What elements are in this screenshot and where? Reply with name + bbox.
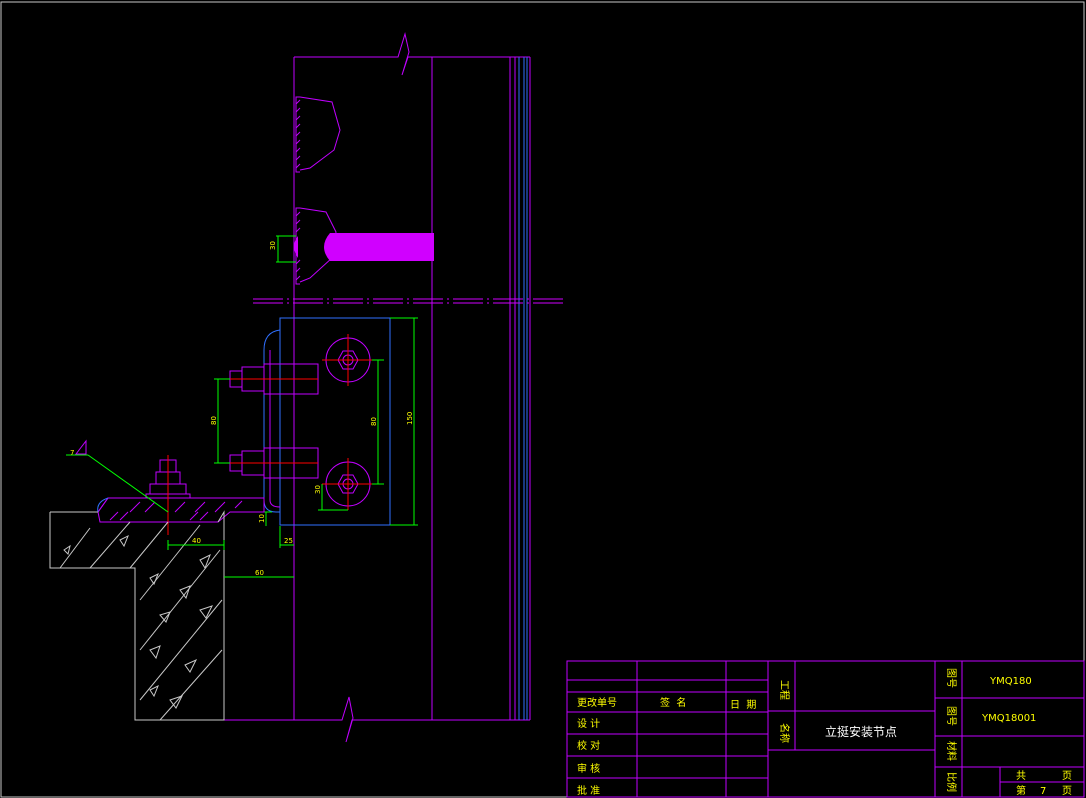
dim-30-top-label: 30 [269, 241, 277, 250]
dim-30-top [276, 235, 296, 263]
dim-40-label: 40 [192, 537, 201, 545]
dim-60-label: 60 [255, 569, 264, 577]
drawing-frame [0, 1, 1085, 798]
anchor-bar [330, 233, 434, 261]
dim-10-label: 10 [258, 514, 266, 523]
gasket-top [295, 96, 341, 173]
label-approve: 批 准 [577, 784, 600, 797]
label-catalog: 图号 [945, 668, 957, 688]
glass-lines [518, 57, 528, 720]
anchor-head [324, 233, 330, 261]
cad-drawing: 30 80 80 150 30 10 25 7 40 60 更改单号 签 名 日… [0, 1, 1085, 798]
side-bolt-bottom [229, 447, 319, 479]
label-sheet: 第 [1016, 784, 1026, 797]
label-date: 日 期 [730, 699, 756, 711]
drawing-title: 立挺安装节点 [825, 724, 897, 739]
label-total-unit: 页 [1062, 770, 1072, 782]
dim-80-inner-label: 80 [370, 417, 378, 426]
base-plate [97, 497, 265, 523]
label-project: 工程 [778, 680, 790, 700]
dim-150-label: 150 [406, 412, 414, 425]
dim-30-low-label: 30 [314, 485, 322, 494]
dim-25-label: 25 [284, 537, 293, 545]
label-review: 审 核 [577, 762, 600, 775]
label-total: 共 [1016, 770, 1026, 782]
dim-30-low [318, 484, 348, 511]
sheet-no: 7 [1040, 786, 1046, 797]
anchor-bolt [145, 455, 191, 535]
label-material: 材料 [945, 741, 958, 761]
label-sheet-unit: 页 [1062, 785, 1072, 797]
catalog-value: YMQ180 [989, 676, 1032, 687]
label-change-no: 更改单号 [577, 696, 617, 709]
label-drawing-no: 图号 [945, 706, 957, 726]
label-scale: 比例 [945, 772, 958, 792]
center-line-horizontal [253, 298, 565, 304]
label-design: 设 计 [577, 717, 600, 730]
drawing-no-value: YMQ18001 [981, 713, 1036, 724]
label-check: 校 对 [577, 739, 600, 752]
bolt-bottom [322, 458, 374, 510]
weld-flag [74, 439, 87, 455]
label-name: 名称 [778, 723, 791, 743]
weld-symbol-label: 7 [70, 449, 74, 457]
side-bolt-top [229, 363, 319, 395]
dim-80-left-label: 80 [210, 416, 218, 425]
concrete-aggregate [63, 534, 213, 709]
angle-bracket [263, 329, 281, 513]
bolt-top [322, 334, 374, 386]
angle-bracket-inner [269, 350, 281, 508]
label-signature: 签 名 [660, 696, 686, 709]
